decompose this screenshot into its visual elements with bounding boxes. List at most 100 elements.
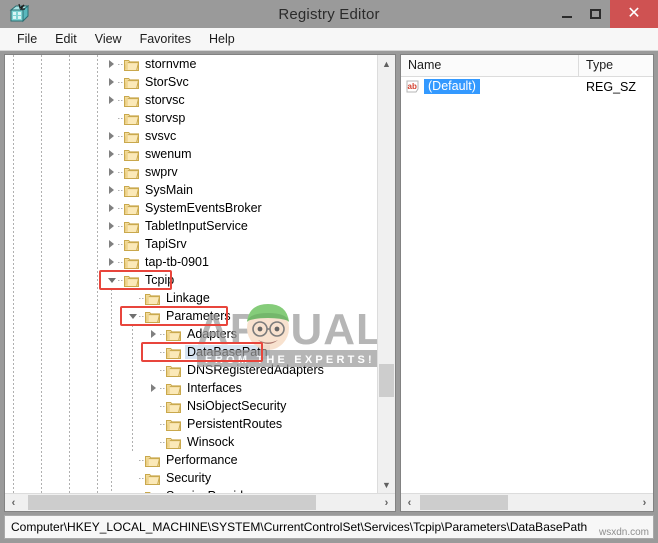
tree-node-label[interactable]: TapiSrv [143, 237, 189, 251]
tree-node-svsvc[interactable]: svsvc [5, 127, 377, 145]
tree-node-security[interactable]: Security [5, 469, 377, 487]
expand-arrow-icon[interactable] [105, 127, 118, 145]
tree-node-databasepath[interactable]: DataBasePath [5, 343, 377, 361]
collapse-arrow-icon[interactable] [105, 271, 118, 289]
tree-node-tapisrv[interactable]: TapiSrv [5, 235, 377, 253]
values-hscroll-thumb[interactable] [420, 495, 508, 510]
tree-node-swenum[interactable]: swenum [5, 145, 377, 163]
expand-arrow-icon[interactable] [105, 73, 118, 91]
tree-node-parameters[interactable]: Parameters [5, 307, 377, 325]
tree-node-label[interactable]: Winsock [185, 435, 236, 449]
tree-node-label[interactable]: Tcpip [143, 273, 176, 287]
tree-node-nsiobjectsecurity[interactable]: NsiObjectSecurity [5, 397, 377, 415]
tree-node-label[interactable]: StorSvc [143, 75, 191, 89]
menu-help[interactable]: Help [200, 30, 244, 48]
tree-node-label[interactable]: swprv [143, 165, 180, 179]
tree-node-storvsc[interactable]: storvsc [5, 91, 377, 109]
registry-key-tree[interactable]: stornvme StorSvc storvsc storvsp svsvc swenum… [5, 55, 377, 493]
folder-icon [166, 436, 181, 449]
column-header-name[interactable]: Name [401, 55, 579, 76]
tree-node-label[interactable]: Performance [164, 453, 240, 467]
values-scroll-left-arrow-icon[interactable]: ‹ [401, 494, 418, 511]
menu-file[interactable]: File [8, 30, 46, 48]
tree-horizontal-scrollbar[interactable]: ‹ › [5, 493, 395, 511]
tree-hscroll-thumb[interactable] [28, 495, 316, 510]
tree-node-label[interactable]: Parameters [164, 309, 233, 323]
tree-vertical-scrollbar[interactable]: ▲ ▼ [377, 55, 395, 493]
menu-edit[interactable]: Edit [46, 30, 86, 48]
tree-node-tcpip[interactable]: Tcpip [5, 271, 377, 289]
tree-node-stornvme[interactable]: stornvme [5, 55, 377, 73]
tree-node-label[interactable]: storvsp [143, 111, 187, 125]
tree-node-label[interactable]: stornvme [143, 57, 198, 71]
maximize-button[interactable] [581, 0, 610, 28]
tree-vscroll-track[interactable] [378, 72, 395, 476]
menu-favorites[interactable]: Favorites [131, 30, 200, 48]
tree-node-label[interactable]: Security [164, 471, 213, 485]
tree-node-label[interactable]: Interfaces [185, 381, 244, 395]
scroll-down-arrow-icon[interactable]: ▼ [378, 476, 395, 493]
expand-arrow-icon[interactable] [105, 163, 118, 181]
tree-node-swprv[interactable]: swprv [5, 163, 377, 181]
value-name[interactable]: (Default) [424, 79, 480, 94]
tree-node-label[interactable]: svsvc [143, 129, 178, 143]
tree-node-systemeventsbroker[interactable]: SystemEventsBroker [5, 199, 377, 217]
collapse-arrow-icon[interactable] [126, 307, 139, 325]
expand-arrow-icon[interactable] [147, 379, 160, 397]
folder-icon [124, 130, 139, 143]
expand-arrow-icon[interactable] [105, 55, 118, 73]
tree-node-winsock[interactable]: Winsock [5, 433, 377, 451]
expand-arrow-icon[interactable] [105, 145, 118, 163]
expand-arrow-icon[interactable] [105, 199, 118, 217]
close-button[interactable]: ✕ [610, 0, 658, 28]
tree-vscroll-thumb[interactable] [379, 364, 394, 397]
values-scroll-right-arrow-icon[interactable]: › [636, 494, 653, 511]
tree-node-label[interactable]: swenum [143, 147, 194, 161]
tree-node-label[interactable]: SystemEventsBroker [143, 201, 264, 215]
tree-node-adapters[interactable]: Adapters [5, 325, 377, 343]
values-hscroll-track[interactable] [418, 494, 636, 511]
tree-guide-line [13, 55, 14, 493]
tree-node-linkage[interactable]: Linkage [5, 289, 377, 307]
tree-node-label[interactable]: DataBasePath [185, 345, 270, 359]
tree-node-label[interactable]: TabletInputService [143, 219, 250, 233]
value-name-cell[interactable]: ab (Default) [401, 79, 579, 94]
value-row[interactable]: ab (Default) REG_SZ [401, 77, 653, 96]
tree-node-persistentroutes[interactable]: PersistentRoutes [5, 415, 377, 433]
tree-node-storvsp[interactable]: storvsp [5, 109, 377, 127]
tree-node-dnsregisteredadapters[interactable]: DNSRegisteredAdapters [5, 361, 377, 379]
tree-node-performance[interactable]: Performance [5, 451, 377, 469]
tree-node-label[interactable]: Adapters [185, 327, 239, 341]
tree-hscroll-track[interactable] [22, 494, 378, 511]
scroll-right-arrow-icon[interactable]: › [378, 494, 395, 511]
values-horizontal-scrollbar[interactable]: ‹ › [401, 493, 653, 511]
tree-node-label[interactable]: tap-tb-0901 [143, 255, 211, 269]
expand-arrow-icon[interactable] [105, 181, 118, 199]
tree-node-label[interactable]: SysMain [143, 183, 195, 197]
scroll-up-arrow-icon[interactable]: ▲ [378, 55, 395, 72]
tree-node-tap-tb-0901[interactable]: tap-tb-0901 [5, 253, 377, 271]
tree-node-spacer [126, 487, 139, 493]
tree-node-storsvc[interactable]: StorSvc [5, 73, 377, 91]
menu-view[interactable]: View [86, 30, 131, 48]
minimize-button[interactable] [552, 0, 581, 28]
expand-arrow-icon[interactable] [105, 217, 118, 235]
tree-node-label[interactable]: Linkage [164, 291, 212, 305]
tree-node-label[interactable]: storvsc [143, 93, 187, 107]
expand-arrow-icon[interactable] [147, 325, 160, 343]
tree-node-spacer [126, 289, 139, 307]
tree-node-label[interactable]: NsiObjectSecurity [185, 399, 288, 413]
values-list[interactable]: ab (Default) REG_SZ [401, 77, 653, 493]
expand-arrow-icon[interactable] [105, 253, 118, 271]
expand-arrow-icon[interactable] [105, 91, 118, 109]
tree-node-interfaces[interactable]: Interfaces [5, 379, 377, 397]
tree-node-label[interactable]: DNSRegisteredAdapters [185, 363, 326, 377]
tree-node-tabletinputservice[interactable]: TabletInputService [5, 217, 377, 235]
tree-node-sysmain[interactable]: SysMain [5, 181, 377, 199]
tree-node-label[interactable]: PersistentRoutes [185, 417, 284, 431]
expand-arrow-icon[interactable] [105, 235, 118, 253]
tree-node-label[interactable]: ServiceProvider [164, 489, 256, 493]
column-header-type[interactable]: Type [579, 55, 653, 76]
tree-guide-line [69, 55, 70, 493]
scroll-left-arrow-icon[interactable]: ‹ [5, 494, 22, 511]
